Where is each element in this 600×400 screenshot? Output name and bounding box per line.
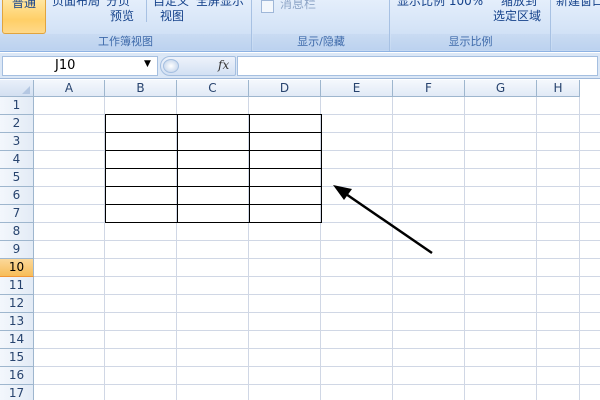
table-row bbox=[105, 168, 322, 187]
gridline-horizontal bbox=[34, 312, 600, 313]
table-cell[interactable] bbox=[177, 132, 250, 151]
gridline-horizontal bbox=[34, 366, 600, 367]
page-layout-view-button[interactable]: 页面布局 bbox=[52, 0, 100, 9]
table-cell[interactable] bbox=[177, 114, 250, 133]
table-cell[interactable] bbox=[177, 186, 250, 205]
table-cell[interactable] bbox=[105, 204, 178, 223]
column-header-h[interactable]: H bbox=[537, 80, 580, 97]
row-header-9[interactable]: 9 bbox=[0, 241, 34, 259]
group-label-window bbox=[552, 34, 600, 50]
row-header-5[interactable]: 5 bbox=[0, 169, 34, 187]
table-cell[interactable] bbox=[177, 150, 250, 169]
table-cell[interactable] bbox=[249, 150, 322, 169]
table-cell[interactable] bbox=[105, 132, 178, 151]
gridline-vertical bbox=[464, 97, 465, 400]
group-label-workbook-views: 工作簿视图 bbox=[0, 34, 251, 50]
row-header-2[interactable]: 2 bbox=[0, 115, 34, 133]
column-header-e[interactable]: E bbox=[321, 80, 393, 97]
ribbon: 普通 页面布局 分页 预览 自定义 视图 全屏显示 工作簿视图 消息栏 显示/隐… bbox=[0, 0, 600, 52]
group-workbook-views: 普通 页面布局 分页 预览 自定义 视图 全屏显示 工作簿视图 bbox=[0, 0, 252, 51]
table-cell[interactable] bbox=[249, 132, 322, 151]
table-cell[interactable] bbox=[105, 186, 178, 205]
zoom-to-selection-button[interactable]: 缩放到 bbox=[501, 0, 537, 9]
table-row bbox=[105, 204, 322, 223]
page-break-preview-label[interactable]: 分页 bbox=[106, 0, 130, 9]
table-cell[interactable] bbox=[249, 204, 322, 223]
column-header-c[interactable]: C bbox=[177, 80, 249, 97]
gridline-vertical bbox=[579, 97, 580, 400]
gridline-vertical bbox=[536, 97, 537, 400]
page-break-preview-label-2[interactable]: 预览 bbox=[110, 9, 134, 24]
group-label-zoom: 显示比例 bbox=[391, 34, 550, 50]
gridline-horizontal bbox=[34, 348, 600, 349]
column-header-a[interactable]: A bbox=[34, 80, 105, 97]
group-window: 新建窗口 bbox=[552, 0, 600, 51]
gridline-horizontal bbox=[34, 294, 600, 295]
row-header-1[interactable]: 1 bbox=[0, 97, 34, 115]
row-header-13[interactable]: 13 bbox=[0, 313, 34, 331]
row-header-17[interactable]: 17 bbox=[0, 385, 34, 400]
name-box[interactable]: J10 bbox=[2, 56, 158, 76]
table-cell[interactable] bbox=[249, 168, 322, 187]
table-row bbox=[105, 114, 322, 133]
column-header-g[interactable]: G bbox=[465, 80, 537, 97]
select-all-button[interactable] bbox=[0, 80, 34, 97]
group-label-show-hide: 显示/隐藏 bbox=[253, 34, 389, 50]
gridline-vertical bbox=[392, 97, 393, 400]
table-cell[interactable] bbox=[177, 204, 250, 223]
row-header-14[interactable]: 14 bbox=[0, 331, 34, 349]
new-window-button[interactable]: 新建窗口 bbox=[556, 0, 600, 9]
gridline-horizontal bbox=[34, 258, 600, 259]
custom-view-label-2: 视图 bbox=[160, 9, 185, 23]
bordered-table-b2-d7[interactable] bbox=[105, 114, 322, 223]
formula-bar: J10 ▼ fx bbox=[0, 53, 600, 79]
table-cell[interactable] bbox=[249, 186, 322, 205]
column-header-b[interactable]: B bbox=[105, 80, 177, 97]
msgbar-checkbox[interactable] bbox=[261, 0, 274, 13]
table-cell[interactable] bbox=[105, 150, 178, 169]
row-header-8[interactable]: 8 bbox=[0, 223, 34, 241]
msgbar-label: 消息栏 bbox=[280, 0, 317, 11]
function-icon[interactable]: fx bbox=[218, 58, 229, 72]
gridline-horizontal bbox=[34, 330, 600, 331]
table-cell[interactable] bbox=[177, 168, 250, 187]
table-row bbox=[105, 150, 322, 169]
table-cell[interactable] bbox=[249, 114, 322, 133]
row-header-10[interactable]: 10 bbox=[0, 259, 34, 277]
gridline-horizontal bbox=[34, 384, 600, 385]
ribbon-divider bbox=[146, 0, 147, 22]
row-header-4[interactable]: 4 bbox=[0, 151, 34, 169]
zoom-button[interactable]: 显示比例 100% bbox=[397, 0, 483, 9]
table-cell[interactable] bbox=[105, 114, 178, 133]
row-header-12[interactable]: 12 bbox=[0, 295, 34, 313]
row-header-16[interactable]: 16 bbox=[0, 367, 34, 385]
normal-view-label: 普通 bbox=[11, 0, 36, 10]
zoom-to-selection-label-2: 选定区域 bbox=[493, 9, 542, 23]
table-cell[interactable] bbox=[105, 168, 178, 187]
formula-input[interactable] bbox=[237, 56, 598, 76]
chevron-down-icon[interactable]: ▼ bbox=[144, 59, 151, 69]
resize-handle-icon[interactable] bbox=[163, 59, 179, 73]
row-header-11[interactable]: 11 bbox=[0, 277, 34, 295]
row-header-3[interactable]: 3 bbox=[0, 133, 34, 151]
fullscreen-button[interactable]: 全屏显示 bbox=[196, 0, 244, 9]
gridline-horizontal bbox=[34, 276, 600, 277]
group-zoom: 显示比例 100% 缩放到 选定区域 显示比例 bbox=[391, 0, 551, 51]
table-row bbox=[105, 132, 322, 151]
row-header-6[interactable]: 6 bbox=[0, 187, 34, 205]
column-header-d[interactable]: D bbox=[249, 80, 321, 97]
table-row bbox=[105, 186, 322, 205]
column-header-f[interactable]: F bbox=[393, 80, 465, 97]
row-header-15[interactable]: 15 bbox=[0, 349, 34, 367]
row-header-7[interactable]: 7 bbox=[0, 205, 34, 223]
gridline-horizontal bbox=[34, 240, 600, 241]
normal-view-button[interactable]: 普通 bbox=[2, 0, 46, 34]
group-show-hide: 消息栏 显示/隐藏 bbox=[253, 0, 390, 51]
custom-view-button[interactable]: 自定义 bbox=[153, 0, 189, 9]
